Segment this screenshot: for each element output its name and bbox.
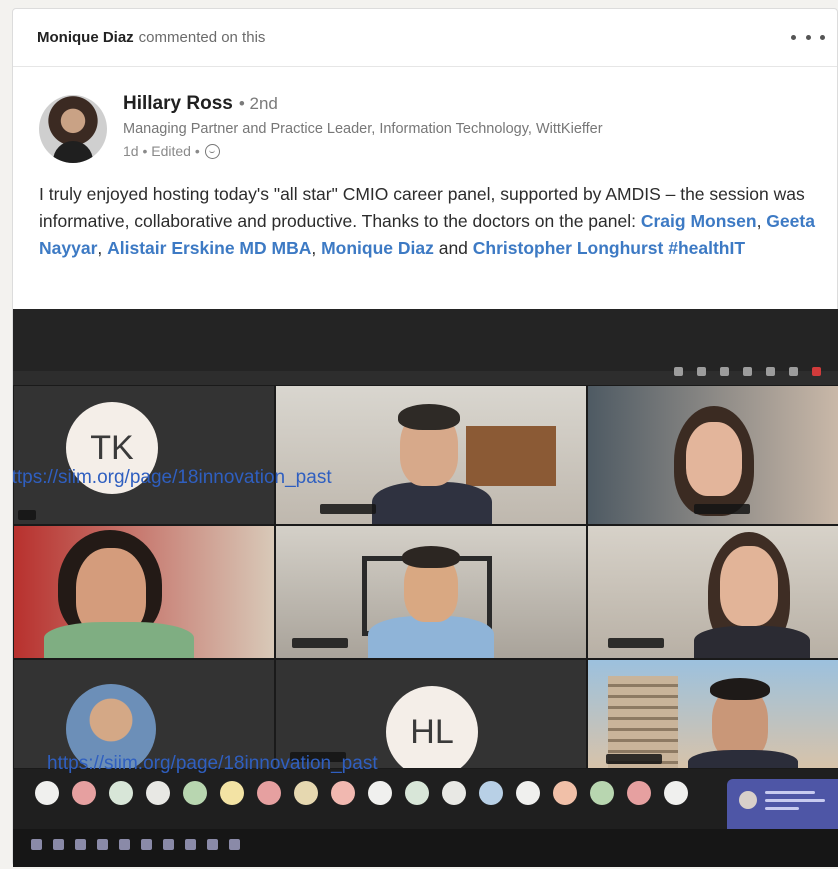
video-tile: TK (13, 385, 275, 525)
watermark-url: https://siim.org/page/18innovation_past (13, 467, 332, 488)
watermark-url: https://siim.org/page/18innovation_past (47, 753, 378, 774)
participant-label (18, 510, 36, 520)
participant-face (720, 546, 778, 626)
video-tile (275, 525, 587, 659)
participant-initials: HL (386, 686, 478, 768)
post-meta: 1d • Edited • (123, 143, 220, 159)
post-timestamp: 1d • Edited • (123, 143, 200, 159)
os-taskbar (13, 829, 838, 867)
participant-label (608, 638, 664, 648)
post-image-video-call[interactable]: TK HL https://siim.org/page/18innovation… (13, 309, 838, 867)
author-name-row: Hillary Ross • 2nd (123, 93, 278, 115)
activity-actor[interactable]: Monique Diaz (37, 29, 134, 46)
video-tile (587, 385, 838, 525)
mention-link[interactable]: Craig Monsen (641, 211, 757, 231)
activity-header: Monique Diaz commented on this (13, 9, 837, 67)
author-avatar[interactable] (39, 95, 107, 163)
post-author: Hillary Ross • 2nd Managing Partner and P… (39, 89, 819, 169)
author-headline: Managing Partner and Practice Leader, In… (123, 121, 603, 137)
video-tile (587, 659, 838, 769)
feed-post-card: Monique Diaz commented on this Hillary R… (12, 8, 838, 867)
connection-degree: • 2nd (238, 94, 278, 113)
participant-face (686, 422, 742, 496)
meeting-top-bar (13, 309, 838, 371)
video-tile (587, 525, 838, 659)
taskbar-icons (31, 839, 240, 850)
video-tile (275, 385, 587, 525)
post-body: I truly enjoyed hosting today's "all sta… (39, 184, 815, 258)
participant-label (320, 504, 376, 514)
mention-link[interactable]: Alistair Erskine MD MBA (107, 238, 311, 258)
participant-label (694, 504, 750, 514)
mention-link[interactable]: Christopher Longhurst (473, 238, 664, 258)
activity-action: commented on this (138, 29, 266, 46)
author-name[interactable]: Hillary Ross (123, 93, 233, 114)
participant-reactions (35, 781, 688, 805)
more-options-icon[interactable] (791, 29, 825, 45)
globe-icon (204, 143, 220, 159)
meeting-toolbar (674, 367, 821, 376)
hashtag-link[interactable]: #healthIT (668, 238, 745, 258)
mention-link[interactable]: Monique Diaz (321, 238, 434, 258)
participant-label (292, 638, 348, 648)
video-tile (13, 525, 275, 659)
participant-label (606, 754, 662, 764)
